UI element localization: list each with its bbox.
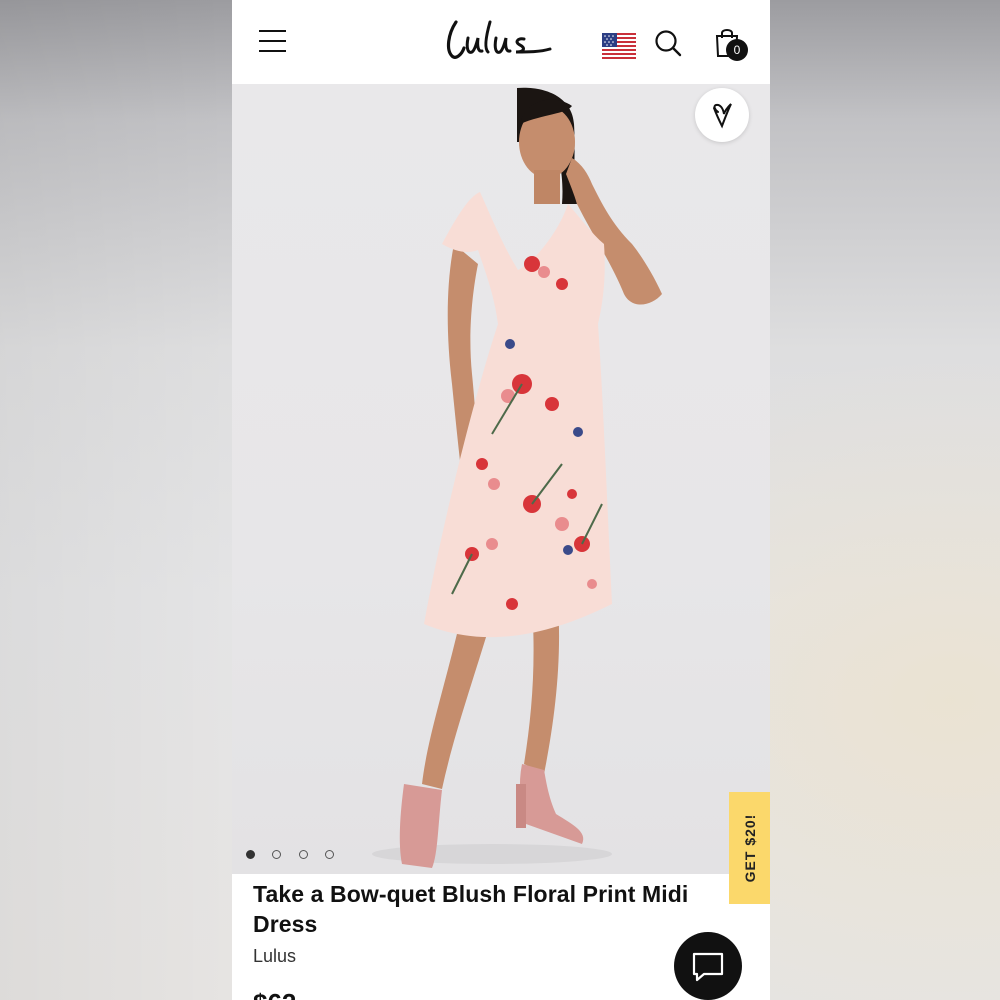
mobile-screen: 0 GET $20! Take a Bow-quet Blush Floral …: [232, 0, 770, 1000]
image-carousel-dots: [246, 846, 347, 859]
menu-icon[interactable]: [259, 30, 286, 52]
product-price: $62: [253, 988, 296, 1000]
carousel-dot-2[interactable]: [272, 850, 282, 859]
chat-bubble-icon: [692, 952, 724, 982]
promo-label: GET $20!: [741, 813, 758, 883]
chat-button[interactable]: [674, 932, 742, 1000]
product-brand[interactable]: Lulus: [253, 946, 296, 967]
cart-count-badge: 0: [726, 39, 748, 61]
site-header: 0: [232, 0, 770, 85]
get-20-promo-tab[interactable]: GET $20!: [729, 792, 770, 904]
background-left: [0, 0, 232, 1000]
carousel-dot-3[interactable]: [298, 850, 308, 859]
product-image[interactable]: [232, 84, 770, 874]
search-icon[interactable]: [654, 29, 682, 57]
lulus-logo[interactable]: [444, 14, 554, 64]
product-title: Take a Bow-quet Blush Floral Print Midi …: [253, 881, 689, 937]
carousel-dot-4[interactable]: [325, 850, 335, 859]
carousel-dot-1[interactable]: [246, 850, 255, 859]
model-photo: [372, 87, 662, 868]
wishlist-button[interactable]: [695, 88, 749, 142]
us-flag-icon[interactable]: [602, 33, 636, 59]
heart-icon: [713, 103, 732, 129]
